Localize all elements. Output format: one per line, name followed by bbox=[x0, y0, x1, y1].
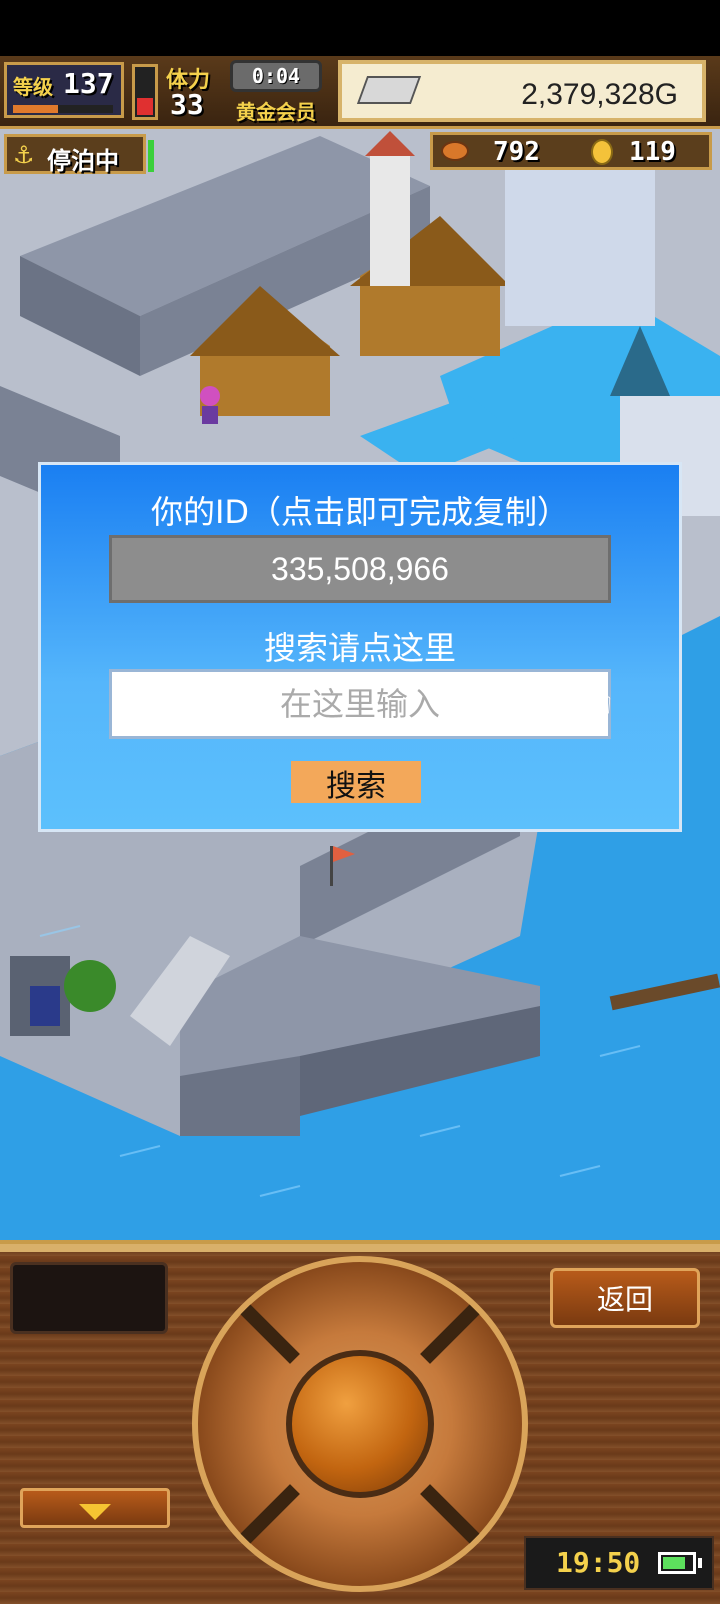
meat-count: 792 bbox=[493, 137, 540, 167]
system-status-bar bbox=[0, 0, 720, 56]
stamina-value: 33 bbox=[170, 88, 204, 121]
search-input[interactable] bbox=[109, 669, 611, 739]
level-label: 等级 bbox=[13, 75, 53, 99]
dpad-center-button[interactable] bbox=[286, 1350, 434, 1498]
anchor-icon: ⚓ bbox=[13, 141, 35, 169]
level-panel: 等级 137 bbox=[4, 62, 124, 118]
pointer-hand-icon: ☜ bbox=[581, 685, 614, 726]
back-button[interactable]: 返回 bbox=[550, 1268, 700, 1328]
stamina-timer: 0:04 bbox=[230, 60, 322, 92]
gold-member-label[interactable]: 黄金会员 bbox=[236, 96, 316, 125]
top-hud: 等级 137 体力 33 0:04 黄金会员 2,379,328G bbox=[0, 56, 720, 129]
gold-panel[interactable]: 2,379,328G bbox=[338, 60, 706, 122]
docked-status-badge: ⚓ 停泊中 bbox=[4, 134, 146, 175]
resource-bar: 792 119 bbox=[430, 132, 712, 170]
medal-icon bbox=[591, 139, 613, 165]
menu-toggle-button[interactable] bbox=[20, 1488, 170, 1528]
status-indicator bbox=[148, 140, 154, 172]
control-panel: 返回 19:50 bbox=[0, 1240, 720, 1604]
message-screen bbox=[10, 1262, 168, 1334]
battery-tip bbox=[698, 1558, 702, 1568]
friend-id-dialog: 你的ID（点击即可完成复制） 335,508,966 搜索请点这里 ☜ 搜索 bbox=[38, 462, 682, 832]
player-id-copy-button[interactable]: 335,508,966 bbox=[109, 535, 611, 603]
level-progress-fill bbox=[13, 105, 58, 113]
medal-count: 119 bbox=[629, 137, 676, 167]
dpad-divider bbox=[240, 1304, 300, 1364]
stamina-fill bbox=[137, 97, 153, 115]
clock-panel: 19:50 bbox=[524, 1536, 714, 1590]
dpad-divider bbox=[420, 1304, 480, 1364]
silver-bar-icon bbox=[356, 76, 422, 104]
dpad-divider bbox=[240, 1484, 300, 1544]
gold-amount: 2,379,328G bbox=[521, 78, 678, 111]
directional-pad[interactable] bbox=[192, 1256, 528, 1592]
level-value: 137 bbox=[63, 67, 114, 100]
battery-fill bbox=[663, 1557, 685, 1569]
search-hint: 搜索请点这里 bbox=[263, 629, 456, 667]
meat-icon bbox=[441, 141, 469, 161]
stamina-meter bbox=[132, 64, 158, 120]
clock-time: 19:50 bbox=[556, 1546, 641, 1579]
battery-icon bbox=[658, 1552, 696, 1574]
dialog-title: 你的ID（点击即可完成复制） bbox=[150, 493, 570, 531]
dpad-divider bbox=[420, 1484, 480, 1544]
level-progress-bar bbox=[13, 105, 113, 113]
search-button[interactable]: 搜索 bbox=[291, 761, 421, 804]
down-arrow-icon bbox=[79, 1504, 111, 1520]
docked-status-label: 停泊中 bbox=[47, 147, 119, 175]
